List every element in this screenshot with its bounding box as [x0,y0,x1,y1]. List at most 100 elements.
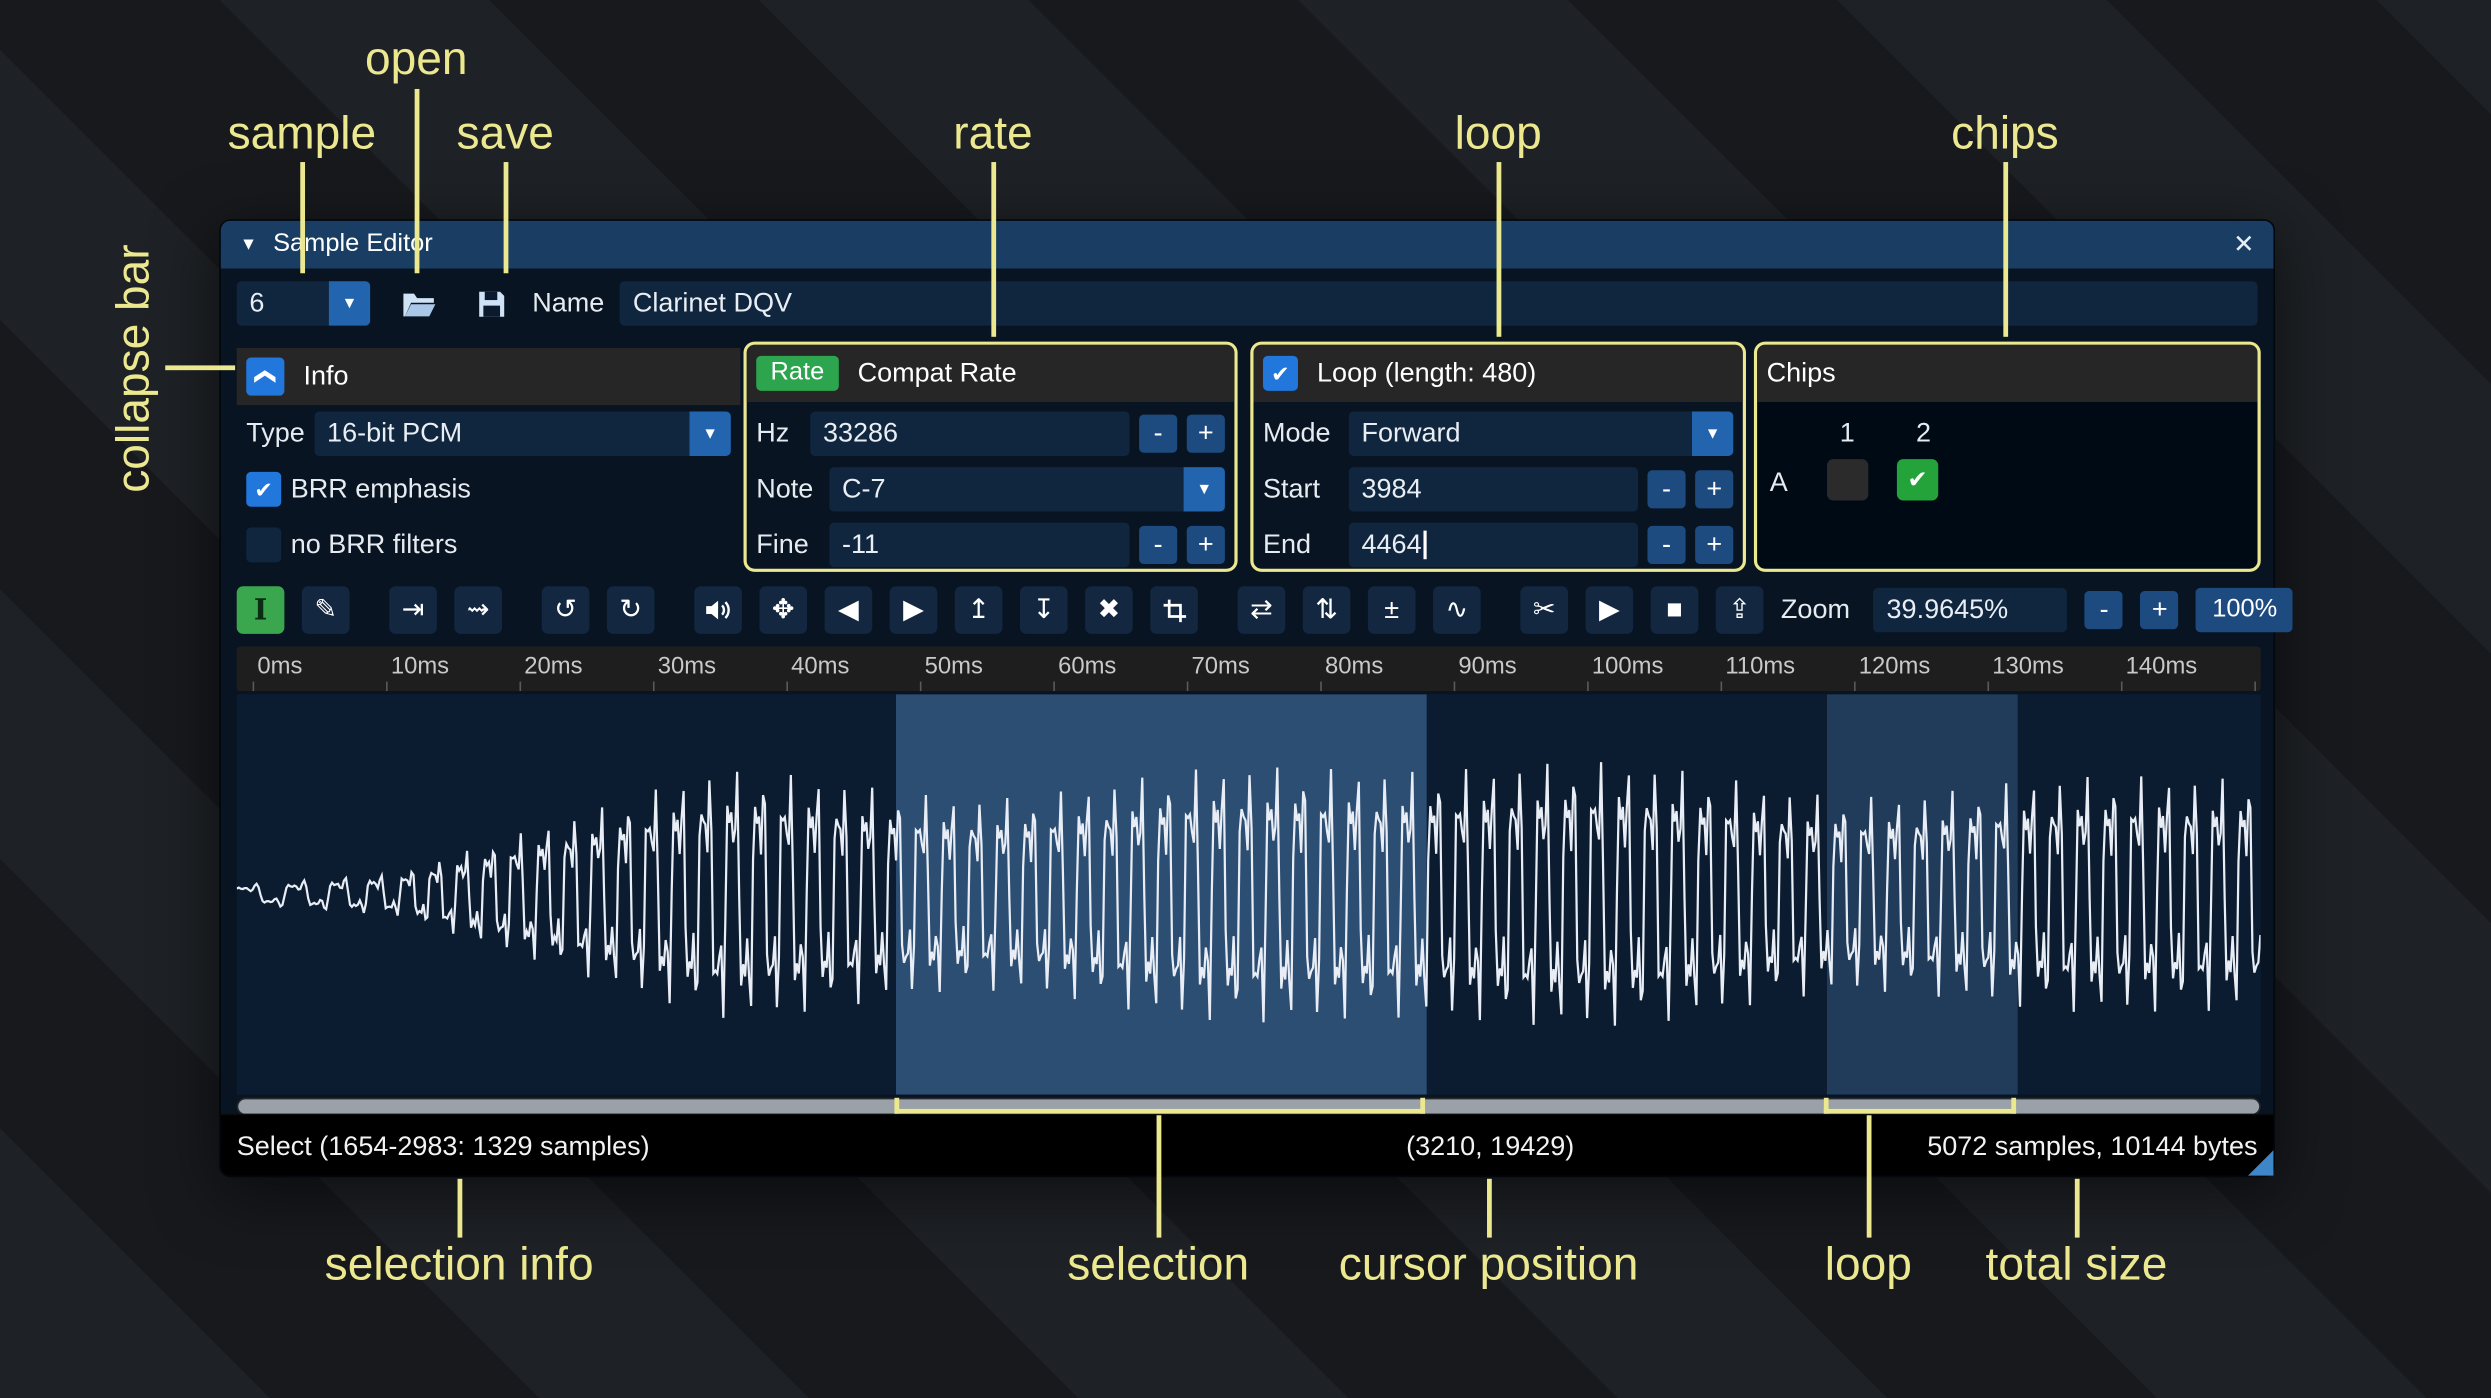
fade-in-button[interactable]: ◀ [824,586,873,634]
sample-editor-window: ▼ Sample Editor ✕ 6 ▼ Name Clarinet DQV [219,219,2294,1178]
loop-start-increment-button[interactable]: + [1695,470,1734,509]
fine-label: Fine [756,529,809,560]
annotation-save: save [456,108,554,160]
chevron-up-icon: ❮ [254,367,279,386]
stop-preview-button[interactable]: ■ [1650,586,1699,634]
loop-end-input[interactable]: 4464 [1348,522,1638,568]
annotation-loop: loop [1454,108,1542,160]
ruler-tick: 0ms [252,653,302,692]
save-button[interactable] [469,281,513,325]
reverse-icon: ⇄ [1250,594,1273,625]
loop-start-input[interactable]: 3984 [1348,467,1638,512]
loop-start-decrement-button[interactable]: - [1647,470,1686,509]
cursor-position-text: (3210, 19429) [1406,1131,1575,1162]
delete-button[interactable]: ✖ [1085,586,1133,634]
ruler-tick: 70ms [1186,653,1250,692]
floppy-disk-icon [478,290,504,316]
speaker-icon [706,600,730,620]
chip-1-checkbox[interactable] [1827,459,1869,501]
sign-button[interactable]: ± [1367,586,1416,634]
selection-info-text: Select (1654-2983: 1329 samples) [236,1131,650,1162]
window-title: Sample Editor [273,230,433,258]
annotation-line-selection [1155,1115,1161,1238]
zoom-decrement-button[interactable]: - [2085,590,2124,630]
loop-end-increment-button[interactable]: + [1695,525,1734,564]
sample-index-value: 6 [236,281,329,326]
rate-panel: Rate Compat Rate Hz 33286 - + Note C-7 ▼… [743,341,1238,572]
reverse-button[interactable]: ⇄ [1237,586,1286,634]
mode-select[interactable]: Forward ▼ [1348,411,1734,456]
create-wavetable-button[interactable]: ⇪ [1715,586,1764,634]
chips-header-label: Chips [1766,357,1836,388]
play-icon: ▶ [1598,594,1620,625]
note-row: Note C-7 ▼ [756,467,1225,512]
ruler-tick: 100ms [1587,653,1663,692]
filter-button[interactable]: ∿ [1433,586,1481,634]
name-input[interactable]: Clarinet DQV [620,281,2258,326]
header-row: 6 ▼ Name Clarinet DQV [236,280,2258,328]
type-row: Type 16-bit PCM ▼ [246,411,731,456]
resize-button[interactable]: ⇥ [389,586,437,634]
normalize-button[interactable]: ✥ [759,586,808,634]
zoom-input[interactable]: 39.9645% [1873,587,2068,633]
annotation-selection: selection [1067,1239,1250,1291]
open-button[interactable] [396,281,440,325]
trim-button[interactable] [1150,586,1198,634]
text-caret [1423,530,1427,560]
hz-input[interactable]: 33286 [810,411,1130,456]
mode-row: Mode Forward ▼ [1263,411,1734,456]
note-select[interactable]: C-7 ▼ [829,467,1225,512]
stop-icon: ■ [1666,594,1683,625]
fine-row: Fine -11 - + [756,522,1225,568]
chips-panel: Chips 1 2 A ✔ [1753,341,2261,572]
brr-emphasis-row: ✔ BRR emphasis [246,467,731,511]
zoom-reset-button[interactable]: 100% [2196,587,2294,633]
loop-end-decrement-button[interactable]: - [1647,525,1686,564]
titlebar[interactable]: ▼ Sample Editor ✕ [220,220,2274,269]
ruler-tick: 40ms [786,653,849,692]
select-mode-button[interactable]: I [236,586,285,634]
resize-grip[interactable] [2248,1150,2274,1176]
fade-out-button[interactable]: ▶ [889,586,938,634]
preview-button[interactable]: ▶ [1585,586,1634,634]
resample-button[interactable]: ⇝ [454,586,503,634]
name-label: Name [532,287,605,318]
info-panel-header: ❮ Info [236,347,741,406]
loop-end-value: 4464 [1361,529,1422,560]
sample-index-select[interactable]: 6 ▼ [236,281,371,326]
check-icon: ✔ [254,475,274,502]
undo-button[interactable]: ↺ [541,586,590,634]
redo-button[interactable]: ↻ [606,586,655,634]
loop-panel-header: ✔ Loop (length: 480) [1253,344,1743,402]
brr-emphasis-checkbox[interactable]: ✔ [246,471,282,507]
draw-mode-button[interactable]: ✎ [301,586,350,634]
ruler-tick: 80ms [1320,653,1383,692]
hz-increment-button[interactable]: + [1186,414,1225,453]
crossfade-button[interactable]: ✂ [1520,586,1569,634]
no-brr-filters-checkbox[interactable] [246,527,282,563]
normalize-icon: ✥ [771,594,795,625]
invert-button[interactable]: ⇅ [1302,586,1351,634]
close-button[interactable]: ✕ [2233,229,2254,261]
apply-silence-button[interactable]: ↧ [1019,586,1068,634]
insert-silence-button[interactable]: ↥ [954,586,1003,634]
info-collapse-button[interactable]: ❮ [246,357,285,396]
annotation-bracket-selection [894,1097,1426,1114]
status-bar: Select (1654-2983: 1329 samples) (3210, … [220,1113,2274,1176]
rate-badge[interactable]: Rate [756,355,839,391]
annotation-rate: rate [953,108,1033,160]
scissors-icon: ✂ [1532,594,1556,625]
amplify-button[interactable] [694,586,742,634]
waveform-view[interactable] [236,694,2261,1095]
fine-increment-button[interactable]: + [1186,525,1225,564]
zoom-increment-button[interactable]: + [2140,590,2179,630]
chip-2-checkbox[interactable]: ✔ [1896,459,1939,501]
chips-panel-header: Chips [1757,344,2258,402]
fine-decrement-button[interactable]: - [1139,525,1178,564]
type-select[interactable]: 16-bit PCM ▼ [314,411,731,456]
type-dropdown-arrow-icon: ▼ [689,411,731,456]
fine-input[interactable]: -11 [829,522,1130,568]
loop-enable-checkbox[interactable]: ✔ [1263,355,1298,391]
hz-decrement-button[interactable]: - [1139,414,1178,453]
window-collapse-icon[interactable]: ▼ [240,235,257,254]
